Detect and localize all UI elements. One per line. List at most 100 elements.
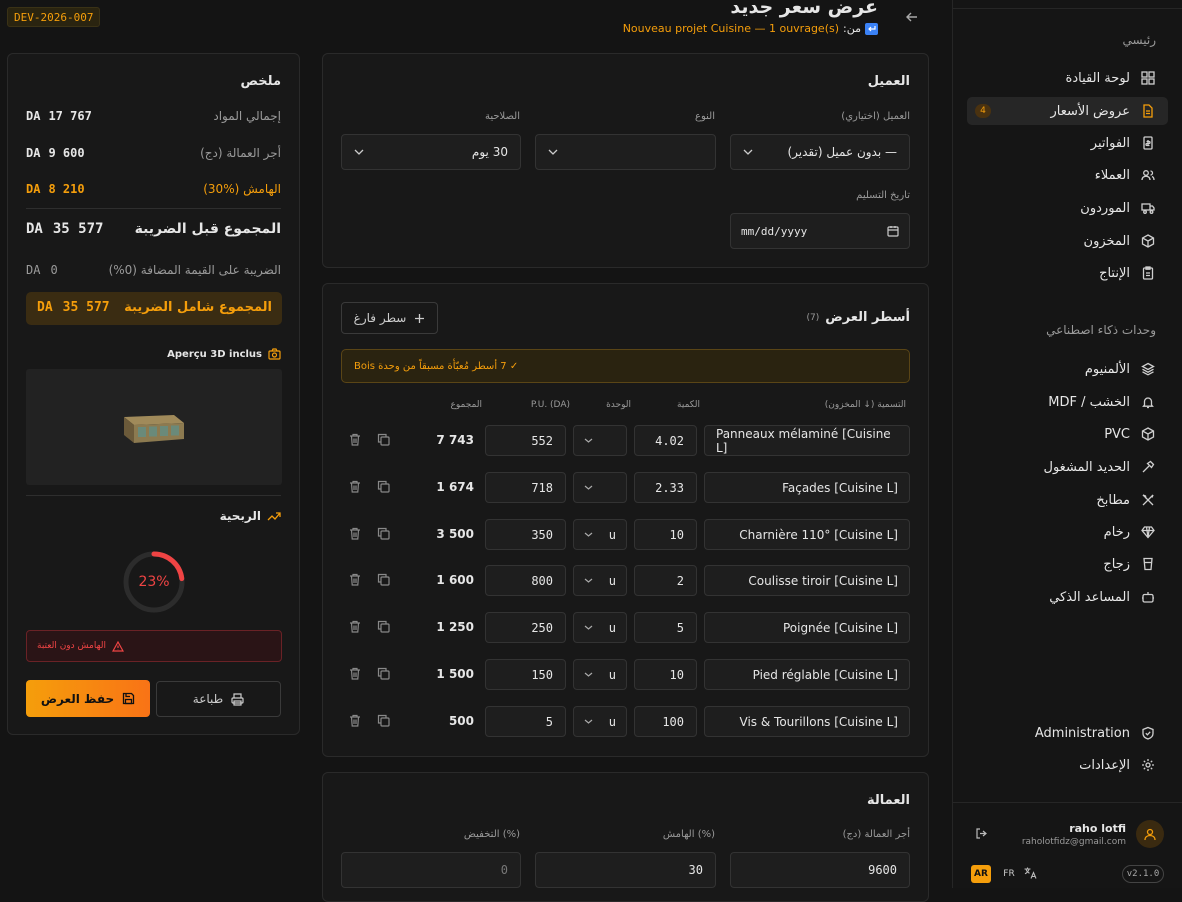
trash-icon[interactable] [349, 433, 361, 446]
client-panel: العميل العميل (اختياري) — بدون عميل (تقد… [322, 53, 929, 268]
line-qty-input[interactable]: 2 [634, 565, 697, 596]
3d-preview[interactable] [26, 369, 282, 485]
line-unit-price-input[interactable]: 5 [485, 706, 566, 737]
copy-icon[interactable] [377, 527, 390, 540]
sidebar-item-administration[interactable]: Administration [1035, 720, 1156, 746]
calendar-icon[interactable] [887, 225, 899, 237]
line-unit-select[interactable]: u [573, 519, 627, 550]
line-unit-select[interactable]: u [573, 659, 627, 690]
sidebar-item-dashboard[interactable]: لوحة القيادة [1066, 65, 1156, 91]
chevron-down-icon [584, 672, 593, 677]
line-unit-price-input[interactable]: 350 [485, 519, 566, 550]
line-qty-input[interactable]: 5 [634, 612, 697, 643]
copy-icon[interactable] [377, 573, 390, 586]
line-designation-input[interactable]: Pied réglable [Cuisine L] [704, 659, 910, 690]
line-total: 3 500 [436, 527, 474, 541]
line-unit-select[interactable] [573, 472, 627, 503]
avatar[interactable] [1136, 820, 1164, 848]
sidebar-item-kitchens[interactable]: مطابخ [1096, 487, 1156, 513]
line-unit-price-input[interactable]: 150 [485, 659, 566, 690]
copy-icon[interactable] [377, 667, 390, 680]
sidebar-item-quotes[interactable]: عروض الأسعار [1051, 98, 1157, 124]
client-label: العميل (اختياري) [841, 111, 910, 122]
sidebar-item-glass[interactable]: زجاج [1103, 551, 1156, 577]
trash-icon[interactable] [349, 480, 361, 493]
line-designation-input[interactable]: Façades [Cuisine L] [704, 472, 910, 503]
copy-icon[interactable] [377, 714, 390, 727]
save-label: حفظ العرض [40, 691, 115, 706]
labor-summary-amount: DA 9 600 [26, 146, 85, 160]
save-quote-button[interactable]: حفظ العرض [26, 680, 150, 717]
line-qty-input[interactable]: 2.33 [634, 472, 697, 503]
trending-up-icon [267, 512, 281, 521]
sidebar-item-settings[interactable]: الإعدادات [1079, 752, 1156, 778]
line-unit-price-input[interactable]: 800 [485, 565, 566, 596]
print-label: طباعة [192, 692, 224, 706]
trash-icon[interactable] [349, 714, 361, 727]
line-unit-select[interactable]: u [573, 706, 627, 737]
delivery-date-placeholder: mm/dd/yyyy [741, 224, 808, 238]
trash-icon[interactable] [349, 527, 361, 540]
shield-check-icon [1140, 725, 1156, 741]
preview-divider [26, 495, 281, 496]
back-arrow-icon[interactable] [905, 10, 919, 24]
delivery-date-input[interactable]: mm/dd/yyyy [730, 213, 910, 249]
line-qty-input[interactable]: 10 [634, 519, 697, 550]
materials-label: إجمالي المواد [213, 109, 281, 123]
line-designation-input[interactable]: Charnière 110° [Cuisine L] [704, 519, 910, 550]
labor-cost-input[interactable]: 9600 [730, 852, 910, 888]
summary-title: ملخص [240, 74, 281, 89]
quotes-count-badge: 4 [975, 104, 991, 118]
sidebar-item-production[interactable]: الإنتاج [1099, 260, 1156, 286]
copy-icon[interactable] [377, 620, 390, 633]
pretax-amount: DA 35 577 [26, 221, 104, 237]
sidebar-item-inventory[interactable]: المخزون [1084, 228, 1156, 254]
line-total: 7 743 [436, 433, 474, 447]
line-qty-input[interactable]: 4.02 [634, 425, 697, 456]
labor-margin-input[interactable]: 30 [535, 852, 716, 888]
line-unit-price-input[interactable]: 552 [485, 425, 566, 456]
line-designation-input[interactable]: Coulisse tiroir [Cuisine L] [704, 565, 910, 596]
line-qty-input[interactable]: 10 [634, 659, 697, 690]
discount-input[interactable]: 0 [341, 852, 521, 888]
trash-icon[interactable] [349, 667, 361, 680]
utensils-icon [1140, 492, 1156, 508]
source-project-link[interactable]: Nouveau projet Cuisine — 1 ouvrage(s) [623, 22, 839, 35]
vat-label: الضريبة على القيمة المضافة (0%) [108, 263, 281, 277]
trash-icon[interactable] [349, 573, 361, 586]
prefill-notice: ✓ 7 أسطر مُعبّأة مسبقاً من وحدة Bois [341, 349, 910, 383]
sidebar-item-wood[interactable]: الخشب / MDF [1048, 389, 1156, 415]
type-select[interactable] [535, 134, 716, 170]
version-badge: v2.1.0 [1122, 865, 1164, 883]
line-unit-select[interactable] [573, 425, 627, 456]
line-unit-price-input[interactable]: 718 [485, 472, 566, 503]
sidebar-item-wrought-iron[interactable]: الحديد المشغول [1044, 454, 1156, 480]
line-designation-input[interactable]: Vis & Tourillons [Cuisine L] [704, 706, 910, 737]
copy-icon[interactable] [377, 480, 390, 493]
line-unit-price-input[interactable]: 250 [485, 612, 566, 643]
sidebar-item-ai-assistant[interactable]: المساعد الذكي [1049, 584, 1156, 610]
line-qty-input[interactable]: 100 [634, 706, 697, 737]
lang-ar-button[interactable]: AR [971, 865, 991, 883]
validity-select[interactable]: 30 يوم [341, 134, 521, 170]
sidebar-item-pvc[interactable]: PVC [1104, 421, 1156, 447]
logout-icon[interactable] [975, 827, 988, 840]
sidebar-item-marble[interactable]: رخام [1104, 519, 1156, 545]
sidebar-item-aluminium[interactable]: الألمنيوم [1085, 356, 1156, 382]
translate-icon[interactable] [1023, 866, 1037, 880]
lang-fr-button[interactable]: FR [999, 865, 1019, 883]
add-empty-line-button[interactable]: سطر فارغ [341, 302, 438, 334]
sidebar-item-suppliers[interactable]: الموردون [1080, 195, 1156, 221]
line-unit-value: u [608, 527, 616, 542]
layers-icon [1140, 361, 1156, 377]
print-button[interactable]: طباعة [156, 681, 281, 717]
line-designation-input[interactable]: Panneaux mélaminé [Cuisine L] [704, 425, 910, 456]
copy-icon[interactable] [377, 433, 390, 446]
sidebar-item-invoices[interactable]: الفواتير [1091, 130, 1156, 156]
line-designation-input[interactable]: Poignée [Cuisine L] [704, 612, 910, 643]
client-select[interactable]: — بدون عميل (تقدير) [730, 134, 910, 170]
line-unit-select[interactable]: u [573, 565, 627, 596]
line-unit-select[interactable]: u [573, 612, 627, 643]
sidebar-item-clients[interactable]: العملاء [1095, 162, 1156, 188]
trash-icon[interactable] [349, 620, 361, 633]
